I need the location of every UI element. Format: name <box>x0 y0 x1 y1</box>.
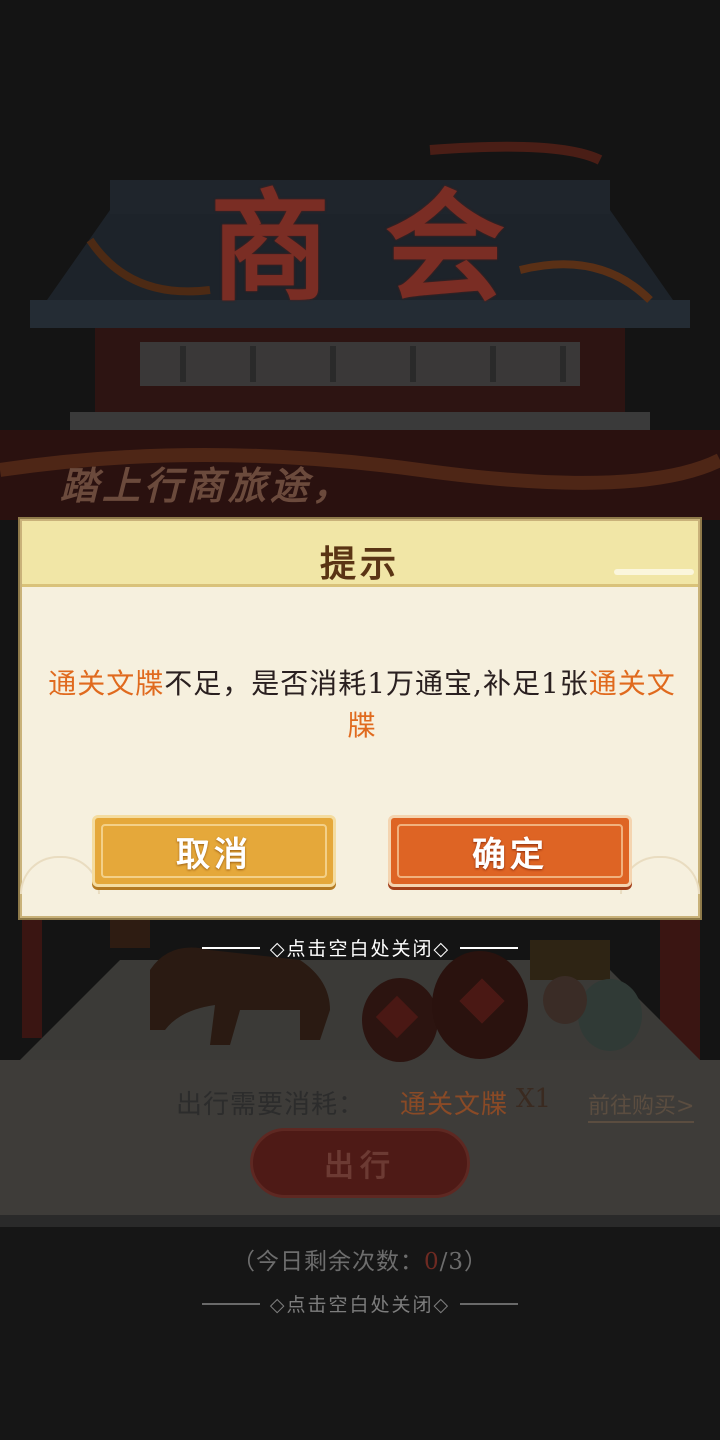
remaining-suffix: /3） <box>439 1249 489 1275</box>
prompt-dialog: 提示 通关文牒不足，是否消耗1万通宝,补足1张通关文牒 取消 确定 <box>20 519 700 918</box>
message-item-name: 通关文牒 <box>48 667 165 700</box>
dialog-message: 通关文牒不足，是否消耗1万通宝,补足1张通关文牒 <box>42 663 682 747</box>
cloud-ornament-right <box>620 856 700 894</box>
header-brush-stroke <box>614 569 694 575</box>
dialog-header: 提示 <box>22 521 698 587</box>
cloud-ornament-left <box>20 856 100 894</box>
remaining-count: （今日剩余次数：0/3） <box>0 1242 720 1276</box>
confirm-button[interactable]: 确定 <box>388 815 632 887</box>
depart-button[interactable]: 出行 <box>250 1128 470 1198</box>
game-screen: 商 会 踏上行商旅途， ◇点击空白处关闭◇ 出行需要消耗： 通关文牒 X1 前往… <box>0 0 720 1440</box>
dialog-title: 提示 <box>319 543 400 585</box>
close-hint-bottom[interactable]: ◇点击空白处关闭◇ <box>0 1290 720 1317</box>
divider-line-right <box>460 946 519 949</box>
go-buy-link[interactable]: 前往购买> <box>588 1088 695 1123</box>
divider-line-left <box>201 946 260 949</box>
cost-label: 出行需要消耗： <box>176 1090 366 1120</box>
cost-quantity: X1 <box>516 1084 552 1114</box>
remaining-prefix: （今日剩余次数： <box>231 1249 424 1275</box>
title-char-shang: 商 <box>210 177 330 318</box>
close-hint-text: ◇点击空白处关闭◇ <box>269 1294 451 1316</box>
message-text: 不足，是否消耗1万通宝,补足1张 <box>164 667 589 700</box>
departure-cost-row: 出行需要消耗： 通关文牒 X1 前往购买> <box>0 1084 720 1124</box>
title-char-hui: 会 <box>385 177 505 318</box>
cancel-button[interactable]: 取消 <box>92 815 336 887</box>
slogan-text: 踏上行商旅途， <box>60 463 355 508</box>
cost-item-name: 通关文牒 <box>400 1090 509 1120</box>
divider-line-right <box>460 1302 519 1305</box>
close-hint-text: ◇点击空白处关闭◇ <box>269 938 451 960</box>
divider-line-left <box>201 1302 260 1305</box>
remaining-used: 0 <box>423 1249 440 1275</box>
close-hint-top[interactable]: ◇点击空白处关闭◇ <box>0 934 720 961</box>
